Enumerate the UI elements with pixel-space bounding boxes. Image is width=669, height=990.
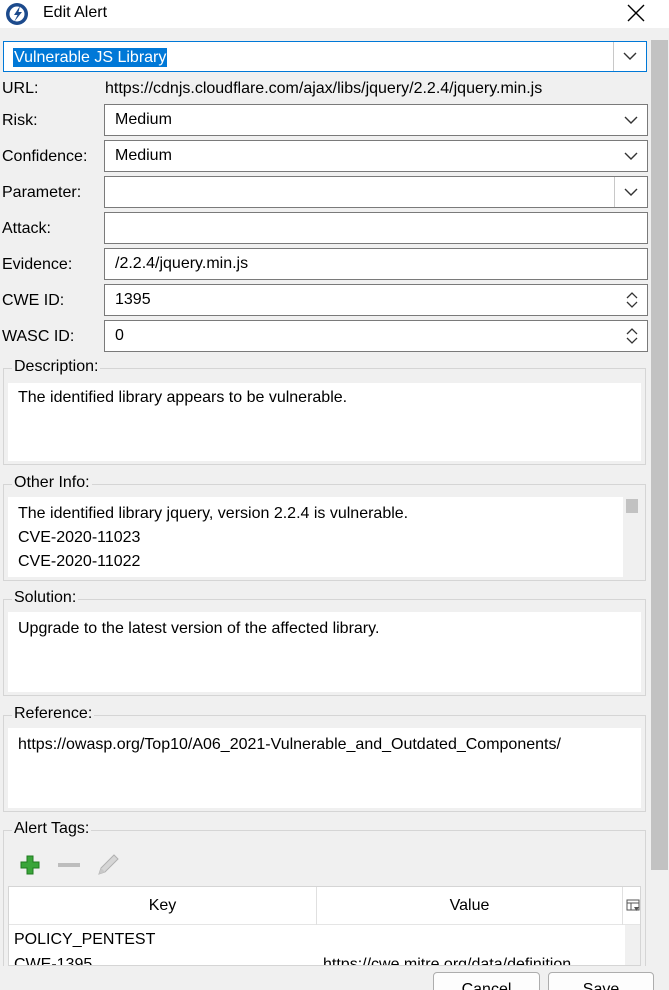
confidence-select[interactable]: Medium xyxy=(104,140,648,172)
table-row[interactable]: CWE-1395 https://cwe.mitre.org/data/defi… xyxy=(9,953,640,966)
column-header-value[interactable]: Value xyxy=(317,887,623,925)
edit-tag-button[interactable] xyxy=(95,852,121,878)
parameter-dropdown[interactable] xyxy=(615,177,647,207)
table-cell-key: CWE-1395 xyxy=(14,956,93,966)
risk-value: Medium xyxy=(115,111,172,128)
confidence-label: Confidence: xyxy=(2,148,88,165)
alert-name-value: Vulnerable JS Library xyxy=(13,48,168,67)
solution-group: Solution: Upgrade to the latest version … xyxy=(3,589,646,696)
wasc-id-spinner[interactable]: 0 xyxy=(104,320,648,352)
window-scrollbar-thumb[interactable] xyxy=(651,40,668,870)
spin-arrows-icon xyxy=(626,292,638,308)
window-title: Edit Alert xyxy=(43,4,108,21)
parameter-label: Parameter: xyxy=(2,184,82,201)
column-chooser-button[interactable] xyxy=(623,887,640,925)
description-line: The identified library appears to be vul… xyxy=(18,389,348,406)
reference-group: Reference: https://owasp.org/Top10/A06_2… xyxy=(3,705,646,812)
other-info-line: The identified library jquery, version 2… xyxy=(18,505,409,522)
solution-textarea[interactable]: Upgrade to the latest version of the aff… xyxy=(8,612,641,692)
description-label: Description: xyxy=(12,358,101,376)
column-chooser-icon xyxy=(626,899,639,911)
save-button[interactable]: Save xyxy=(548,972,654,990)
reference-label: Reference: xyxy=(12,705,95,723)
alert-tags-label: Alert Tags: xyxy=(12,820,92,838)
wasc-id-stepper[interactable] xyxy=(617,321,647,351)
wasc-id-label: WASC ID: xyxy=(2,328,75,345)
other-info-label: Other Info: xyxy=(12,474,92,492)
minus-icon xyxy=(58,863,80,867)
spin-arrows-icon xyxy=(626,328,638,344)
attack-input[interactable] xyxy=(104,212,648,244)
close-button[interactable] xyxy=(622,0,650,26)
risk-dropdown[interactable] xyxy=(615,105,647,135)
column-header-key-label: Key xyxy=(148,897,177,914)
other-info-line: CVE-2020-11023 xyxy=(18,529,141,546)
solution-line: Upgrade to the latest version of the aff… xyxy=(18,620,380,637)
table-row[interactable]: POLICY_PENTEST xyxy=(9,928,640,952)
description-group: Description: The identified library appe… xyxy=(3,358,646,465)
solution-label: Solution: xyxy=(12,589,79,607)
reference-line: https://owasp.org/Top10/A06_2021-Vulnera… xyxy=(18,736,561,753)
chevron-down-icon xyxy=(624,188,638,196)
alert-name-dropdown[interactable] xyxy=(614,42,646,71)
pencil-icon xyxy=(98,854,119,875)
cancel-button-label: Cancel xyxy=(461,981,512,990)
reference-textarea[interactable]: https://owasp.org/Top10/A06_2021-Vulnera… xyxy=(8,728,641,808)
confidence-dropdown[interactable] xyxy=(615,141,647,171)
wasc-id-value: 0 xyxy=(115,327,124,344)
chevron-down-icon xyxy=(624,152,638,160)
evidence-input[interactable]: /2.2.4/jquery.min.js xyxy=(104,248,648,280)
chevron-down-icon xyxy=(623,52,637,60)
other-info-textarea[interactable]: The identified library jquery, version 2… xyxy=(8,497,641,577)
evidence-value: /2.2.4/jquery.min.js xyxy=(115,255,249,272)
alert-tags-table[interactable]: Key Value POLICY_PENTEST CWE-1395 https:… xyxy=(8,886,641,966)
zap-logo-icon xyxy=(6,3,28,25)
cwe-id-stepper[interactable] xyxy=(617,285,647,315)
window-scrollbar[interactable] xyxy=(650,40,669,970)
remove-tag-button[interactable] xyxy=(56,852,82,878)
url-label: URL: xyxy=(2,80,39,97)
parameter-combo[interactable] xyxy=(104,176,648,208)
save-button-label: Save xyxy=(582,981,620,990)
table-scrollbar[interactable] xyxy=(625,925,640,965)
alert-name-combo[interactable]: Vulnerable JS Library xyxy=(3,41,647,72)
description-textarea[interactable]: The identified library appears to be vul… xyxy=(8,383,641,461)
risk-select[interactable]: Medium xyxy=(104,104,648,136)
cwe-id-value: 1395 xyxy=(115,291,151,308)
other-info-group: Other Info: The identified library jquer… xyxy=(3,474,646,581)
close-icon xyxy=(627,4,645,22)
other-info-line: CVE-2020-11022 xyxy=(18,553,141,570)
confidence-value: Medium xyxy=(115,147,172,164)
table-cell-value: https://cwe.mitre.org/data/definition xyxy=(323,956,572,966)
evidence-label: Evidence: xyxy=(2,256,73,273)
cwe-id-label: CWE ID: xyxy=(2,292,65,309)
scrollbar-thumb[interactable] xyxy=(626,499,638,513)
other-info-scrollbar[interactable] xyxy=(623,497,641,577)
chevron-down-icon xyxy=(624,116,638,124)
table-cell-key: POLICY_PENTEST xyxy=(14,931,156,948)
title-bar: Edit Alert xyxy=(0,0,669,28)
cancel-button[interactable]: Cancel xyxy=(433,972,540,990)
add-tag-button[interactable] xyxy=(17,852,43,878)
column-header-key[interactable]: Key xyxy=(9,887,317,925)
risk-label: Risk: xyxy=(2,112,38,129)
url-value: https://cdnjs.cloudflare.com/ajax/libs/j… xyxy=(105,80,543,97)
table-header: Key Value xyxy=(9,887,640,925)
attack-label: Attack: xyxy=(2,220,51,237)
plus-icon xyxy=(20,855,40,875)
column-header-value-label: Value xyxy=(449,897,490,914)
cwe-id-spinner[interactable]: 1395 xyxy=(104,284,648,316)
